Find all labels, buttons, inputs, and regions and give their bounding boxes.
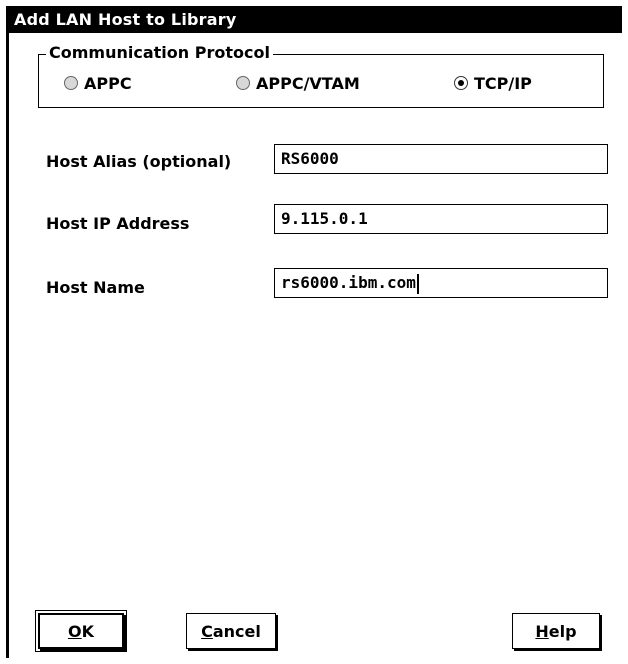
text-caret: [416, 273, 419, 294]
host-ip-value: 9.115.0.1: [281, 209, 368, 228]
host-ip-input[interactable]: 9.115.0.1: [274, 204, 608, 234]
radio-unselected-icon: [236, 76, 250, 90]
host-ip-label: Host IP Address: [46, 214, 190, 233]
ok-button-mnemonic: O: [67, 621, 82, 641]
radio-selected-icon: [454, 76, 468, 90]
cancel-button-label: ancel: [212, 621, 261, 641]
help-button-mnemonic: H: [535, 621, 549, 641]
help-button[interactable]: Help: [512, 613, 600, 649]
cancel-button-mnemonic: C: [201, 621, 213, 641]
help-button-label: elp: [548, 621, 577, 641]
cancel-button[interactable]: Cancel: [186, 613, 276, 649]
radio-unselected-icon: [64, 76, 78, 90]
host-alias-input[interactable]: RS6000: [274, 144, 608, 174]
window-title: Add LAN Host to Library: [14, 10, 237, 29]
radio-appc-vtam-label: APPC/VTAM: [256, 73, 360, 93]
protocol-group-label: Communication Protocol: [46, 43, 273, 63]
ok-button[interactable]: OK: [35, 610, 127, 652]
radio-tcp-ip-label: TCP/IP: [474, 73, 532, 93]
host-alias-label: Host Alias (optional): [46, 152, 232, 171]
host-name-input[interactable]: rs6000.ibm.com: [274, 268, 608, 298]
radio-appc-label: APPC: [84, 73, 132, 93]
radio-appc-vtam[interactable]: APPC/VTAM: [236, 73, 360, 93]
radio-tcp-ip[interactable]: TCP/IP: [454, 73, 532, 93]
ok-button-label: K: [81, 621, 94, 641]
radio-appc[interactable]: APPC: [64, 73, 132, 93]
host-name-value: rs6000.ibm.com: [281, 273, 416, 292]
host-alias-value: RS6000: [281, 149, 339, 168]
title-bar: Add LAN Host to Library: [6, 6, 622, 33]
host-name-label: Host Name: [46, 278, 145, 297]
